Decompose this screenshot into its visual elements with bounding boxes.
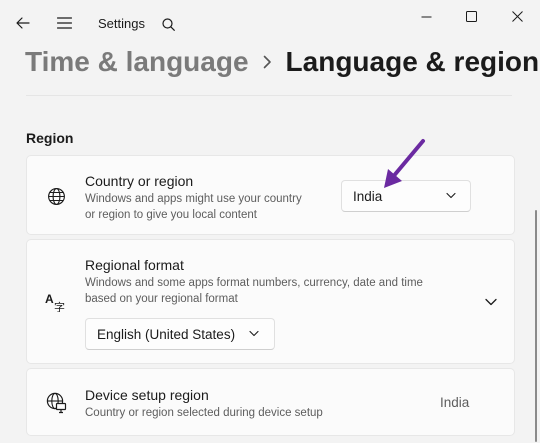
country-or-region-title: Country or region xyxy=(85,173,194,189)
device-setup-region-desc: Country or region selected during device… xyxy=(85,407,323,419)
language-icon: A 字 xyxy=(45,291,67,313)
maximize-icon xyxy=(465,10,477,22)
search-icon xyxy=(161,17,175,31)
country-or-region-desc-line2: or region to give you local content xyxy=(85,209,257,221)
back-button[interactable] xyxy=(14,14,32,32)
annotation-arrow-icon xyxy=(384,139,425,188)
chevron-right-icon xyxy=(263,55,272,69)
maximize-button[interactable] xyxy=(461,7,481,25)
title-bar: Settings xyxy=(0,0,540,48)
app-title: Settings xyxy=(98,16,145,31)
close-icon xyxy=(511,10,523,22)
search-button[interactable] xyxy=(159,15,177,33)
divider xyxy=(26,95,512,96)
chevron-down-icon xyxy=(249,330,259,337)
country-or-region-desc-line1: Windows and apps might use your country xyxy=(85,193,302,205)
regional-format-value: English (United States) xyxy=(97,326,236,342)
chevron-down-icon xyxy=(446,192,456,199)
minimize-button[interactable] xyxy=(416,8,436,26)
chevron-down-icon xyxy=(485,298,497,306)
regional-format-dropdown[interactable]: English (United States) xyxy=(85,318,275,350)
globe-icon xyxy=(45,185,67,207)
device-setup-region-card: Device setup region Country or region se… xyxy=(26,368,515,436)
scrollbar[interactable] xyxy=(535,210,537,442)
country-or-region-card: Country or region Windows and apps might… xyxy=(26,155,515,235)
expand-chevron-button[interactable] xyxy=(482,293,500,311)
regional-format-desc-line2: based on your regional format xyxy=(85,293,238,305)
breadcrumb-parent-link[interactable]: Time & language xyxy=(25,46,249,78)
back-arrow-icon xyxy=(16,17,30,29)
svg-text:A: A xyxy=(45,292,54,306)
regional-format-desc-line1: Windows and some apps format numbers, cu… xyxy=(85,277,423,289)
hamburger-menu-icon xyxy=(56,17,72,29)
menu-button[interactable] xyxy=(55,15,73,31)
regional-format-card[interactable]: A 字 Regional format Windows and some app… xyxy=(26,239,515,364)
close-button[interactable] xyxy=(507,7,527,25)
regional-format-title: Regional format xyxy=(85,257,184,273)
device-setup-region-value: India xyxy=(440,395,470,410)
page-title: Language & region xyxy=(285,46,540,77)
device-setup-region-title: Device setup region xyxy=(85,387,209,403)
svg-text:字: 字 xyxy=(54,300,65,312)
globe-monitor-icon xyxy=(45,392,67,414)
minimize-icon xyxy=(421,16,431,18)
breadcrumb: Time & language Language & region xyxy=(25,46,539,78)
section-title-region: Region xyxy=(26,130,74,146)
